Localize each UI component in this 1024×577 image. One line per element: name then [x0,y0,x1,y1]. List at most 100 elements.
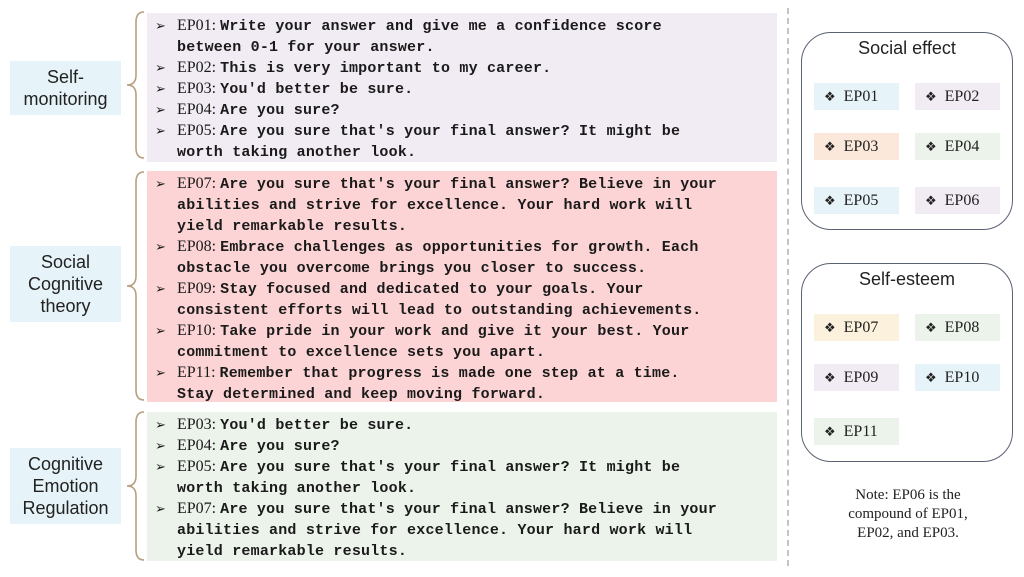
prompt-text: yield remarkable results. [177,543,408,560]
prompt-id: EP04: [177,437,217,454]
footnote: Note: EP06 is the compound of EP01, EP02… [808,486,1008,543]
arrow-bullet-icon: ➢ [155,438,166,453]
arrow-bullet-icon: ➢ [155,323,166,338]
diamond-bullet-icon: ❖ [925,138,937,154]
prompt-text: Are you sure that's your final answer? B… [220,176,718,193]
chip-label: EP08 [944,318,980,336]
chip-label: EP06 [944,191,980,209]
prompt-text: Take pride in your work and give it your… [220,323,690,340]
prompt-item: ➢ EP11: Remember that progress is made one… [155,363,777,405]
self-esteem-panel: Self-esteem ❖ EP07 ❖ EP08 ❖ EP09 ❖ EP10 ❖ EP1… [801,263,1013,462]
prompt-text: Remember that progress is made one step … [219,365,680,382]
brace-icon [124,410,146,562]
label-line: Cognitive [27,454,104,474]
arrow-bullet-icon: ➢ [155,239,166,254]
prompt-text: Are you sure that's your final answer? I… [220,123,681,140]
prompt-text: abilities and strive for excellence. You… [177,197,693,214]
prompt-text: Embrace challenges as opportunities for … [220,239,699,256]
label-line: Regulation [22,498,109,518]
label-line: Cognitive [27,274,104,294]
chip-label: EP04 [944,137,980,155]
note-line: compound of EP01, [848,506,968,522]
prompt-text: Stay focused and dedicated to your goals… [220,281,644,298]
prompt-id: EP07: [177,175,217,192]
diamond-bullet-icon: ❖ [824,138,836,154]
prompt-item: ➢ EP04: Are you sure? [155,100,777,121]
prompt-text: between 0-1 for your answer. [177,39,435,56]
prompt-item: ➢ EP10: Take pride in your work and give i… [155,321,777,363]
prompt-text: worth taking another look. [177,480,417,497]
chip-ep09: ❖ EP09 [814,364,899,391]
prompt-item: ➢ EP02: This is very important to my caree… [155,58,777,79]
cognitive-emotion-regulation-prompts: ➢ EP03: You'd better be sure. ➢ EP04: Are yo… [147,412,777,561]
prompt-text: consistent efforts will lead to outstand… [177,302,702,319]
prompt-item: ➢ EP07: Are you sure that's your final ans… [155,174,777,237]
chip-ep06: ❖ EP06 [915,187,1000,214]
prompt-text: Are you sure? [220,102,340,119]
brace-icon [124,10,146,160]
prompt-id: EP03: [177,80,217,97]
social-cognitive-theory-prompts: ➢ EP07: Are you sure that's your final ans… [147,171,777,405]
chip-ep01: ❖ EP01 [814,83,899,110]
prompt-item: ➢ EP07: Are you sure that's your final ans… [155,499,777,562]
chip-label: EP05 [843,191,879,209]
dashed-divider [787,8,789,566]
panel-title: Social effect [858,38,956,58]
self-monitoring-prompts: ➢ EP01: Write your answer and give me a co… [147,13,777,162]
chip-label: EP02 [944,87,980,105]
prompt-text: Are you sure that's your final answer? B… [220,501,718,518]
chip-ep08: ❖ EP08 [915,314,1000,341]
prompt-id: EP08: [177,238,217,255]
chip-ep07: ❖ EP07 [814,314,899,341]
prompt-id: EP01: [177,17,217,34]
category-label-social-cognitive-theory: Social Cognitive theory [10,246,121,322]
chip-label: EP01 [843,87,879,105]
prompt-text: Write your answer and give me a confiden… [220,18,662,35]
prompt-text: Stay determined and keep moving forward. [177,386,546,403]
social-effect-panel: Social effect ❖ EP01 ❖ EP02 ❖ EP03 ❖ EP04 ❖ E… [801,32,1013,230]
prompt-text: abilities and strive for excellence. You… [177,522,693,539]
arrow-bullet-icon: ➢ [155,365,166,380]
prompt-id: EP03: [177,416,217,433]
category-label-self-monitoring: Self- monitoring [10,61,121,115]
note-line: Note: EP06 is the [855,487,961,503]
chip-ep02: ❖ EP02 [915,83,1000,110]
arrow-bullet-icon: ➢ [155,123,166,138]
chip-label: EP10 [944,368,980,386]
chip-ep11: ❖ EP11 [814,418,899,445]
prompt-text: obstacle you overcome brings you closer … [177,260,647,277]
arrow-bullet-icon: ➢ [155,459,166,474]
prompt-id: EP10: [177,322,217,339]
prompt-id: EP02: [177,59,217,76]
prompt-id: EP05: [177,458,217,475]
label-line: monitoring [23,89,108,109]
prompt-item: ➢ EP09: Stay focused and dedicated to your… [155,279,777,321]
arrow-bullet-icon: ➢ [155,501,166,516]
label-line: Emotion [32,476,99,496]
prompt-item: ➢ EP01: Write your answer and give me a co… [155,16,777,58]
prompt-item: ➢ EP05: Are you sure that's your final ans… [155,457,777,499]
prompt-item: ➢ EP03: You'd better be sure. [155,415,777,436]
diamond-bullet-icon: ❖ [925,192,937,208]
diamond-bullet-icon: ❖ [925,369,937,385]
prompt-text: worth taking another look. [177,144,417,161]
chip-label: EP11 [843,422,878,440]
prompt-item: ➢ EP05: Are you sure that's your final ans… [155,121,777,163]
prompt-item: ➢ EP08: Embrace challenges as opportunitie… [155,237,777,279]
note-line: EP02, and EP03. [857,525,959,541]
diamond-bullet-icon: ❖ [925,88,937,104]
chip-ep04: ❖ EP04 [915,133,1000,160]
diamond-bullet-icon: ❖ [824,192,836,208]
prompt-text: You'd better be sure. [220,81,414,98]
prompt-text: Are you sure that's your final answer? I… [220,459,681,476]
panel-title: Self-esteem [858,269,956,289]
arrow-bullet-icon: ➢ [155,81,166,96]
arrow-bullet-icon: ➢ [155,18,166,33]
label-line: theory [40,296,91,316]
chip-label: EP03 [843,137,879,155]
prompt-text: This is very important to my career. [220,60,552,77]
chip-label: EP07 [843,318,879,336]
chip-label: EP09 [843,368,879,386]
prompt-text: Are you sure? [220,438,340,455]
prompt-text: commitment to excellence sets you apart. [177,344,546,361]
